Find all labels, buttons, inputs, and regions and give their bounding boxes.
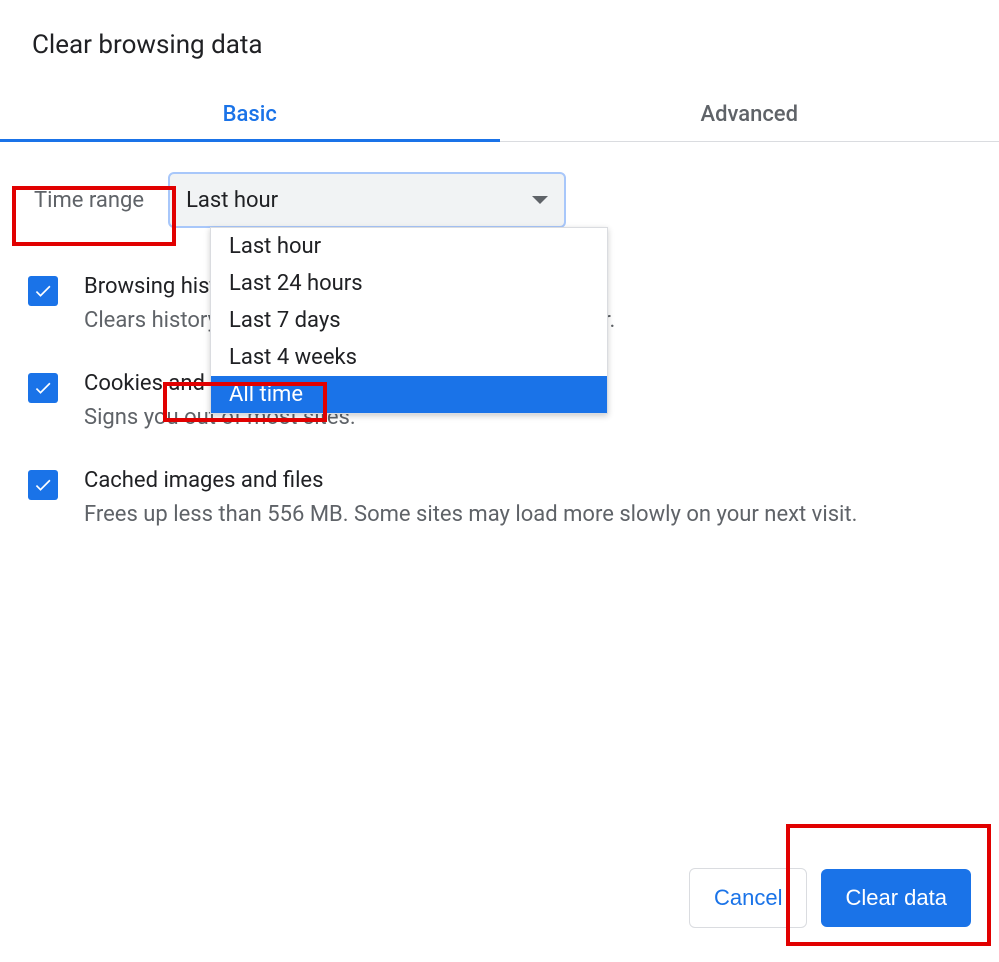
dropdown-option-last-7-days[interactable]: Last 7 days: [211, 302, 607, 339]
content-area: Time range Last hour Last hour Last 24 h…: [0, 142, 999, 531]
timerange-select[interactable]: Last hour: [168, 172, 566, 228]
tabs: Basic Advanced: [0, 88, 999, 142]
cancel-button[interactable]: Cancel: [689, 868, 807, 928]
checkbox-browsing-history[interactable]: [28, 276, 58, 306]
dropdown-option-all-time[interactable]: All time: [211, 376, 607, 413]
dropdown-option-last-4-weeks[interactable]: Last 4 weeks: [211, 339, 607, 376]
chevron-down-icon: [532, 196, 548, 204]
option-cached: Cached images and files Frees up less th…: [28, 468, 971, 531]
tab-advanced[interactable]: Advanced: [500, 88, 999, 141]
clear-browsing-data-dialog: Clear browsing data Basic Advanced Time …: [0, 0, 999, 531]
checkmark-icon: [33, 378, 53, 398]
checkbox-cached[interactable]: [28, 470, 58, 500]
checkbox-cookies[interactable]: [28, 373, 58, 403]
checkmark-icon: [33, 281, 53, 301]
checkmark-icon: [33, 475, 53, 495]
timerange-label: Time range: [28, 180, 150, 221]
option-title: Cached images and files: [84, 468, 971, 493]
timerange-dropdown: Last hour Last 24 hours Last 7 days Last…: [210, 227, 608, 414]
dropdown-option-last-hour[interactable]: Last hour: [211, 228, 607, 265]
dialog-title: Clear browsing data: [0, 30, 999, 88]
dialog-footer: Cancel Clear data: [675, 854, 985, 942]
timerange-row: Time range Last hour Last hour Last 24 h…: [28, 172, 971, 228]
option-text: Cached images and files Frees up less th…: [84, 468, 971, 531]
option-desc: Frees up less than 556 MB. Some sites ma…: [84, 499, 971, 531]
dropdown-option-last-24-hours[interactable]: Last 24 hours: [211, 265, 607, 302]
tab-basic[interactable]: Basic: [0, 88, 500, 141]
clear-data-button[interactable]: Clear data: [821, 869, 971, 927]
timerange-selected-value: Last hour: [186, 188, 278, 213]
